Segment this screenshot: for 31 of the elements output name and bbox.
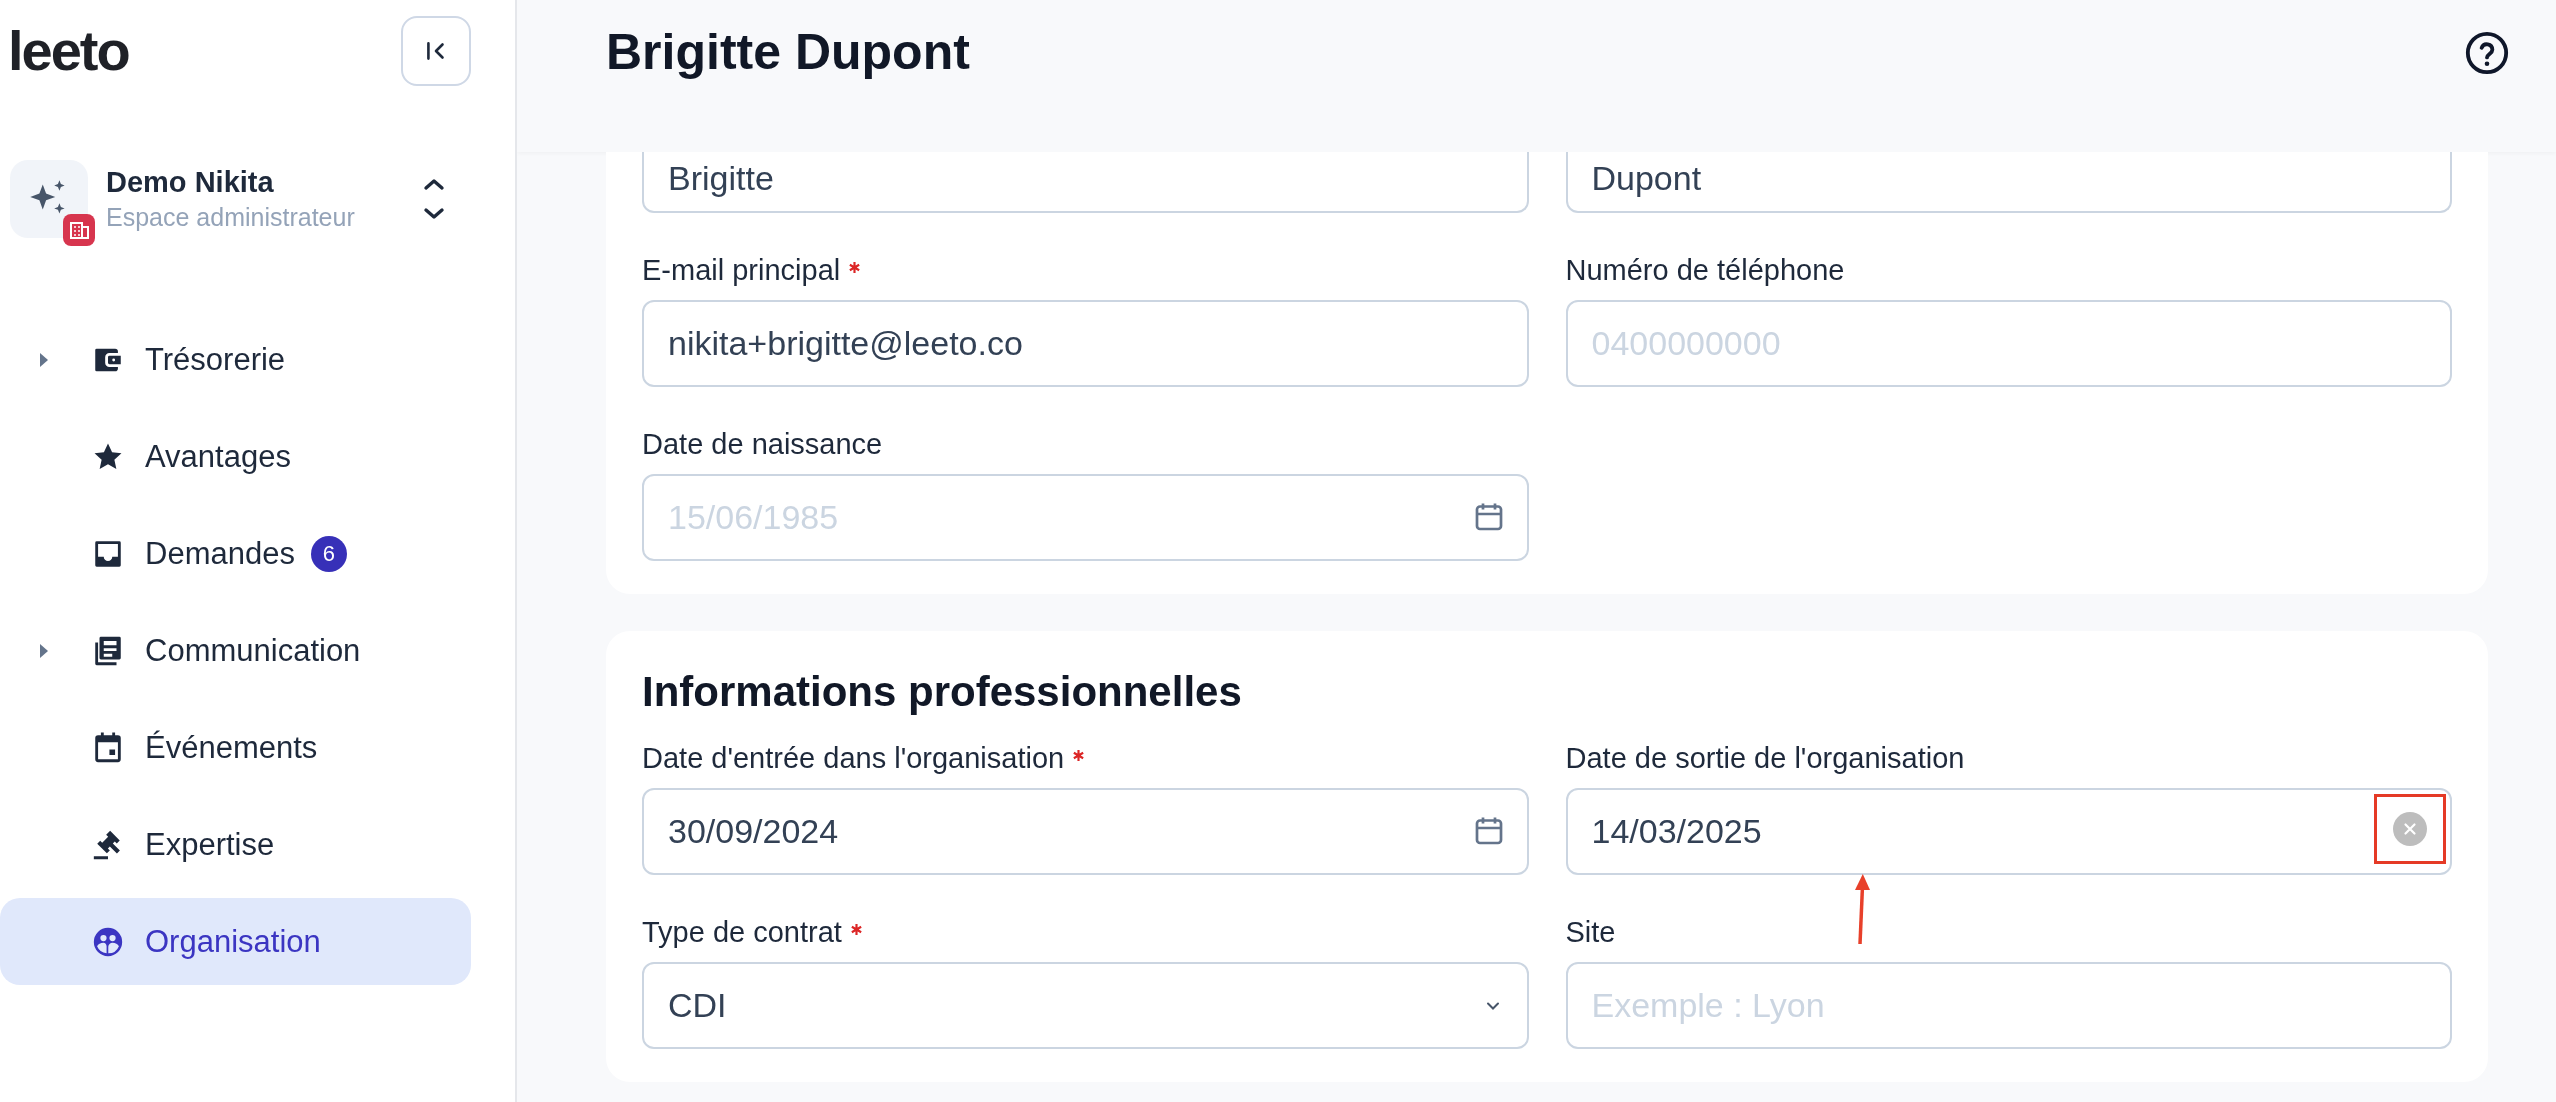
leeto-logo[interactable]: leeto <box>8 23 129 79</box>
building-badge-icon <box>63 214 95 246</box>
field-label: Site <box>1565 915 1616 949</box>
nav-item[interactable]: Communication <box>0 607 471 694</box>
section-title: Informations professionnelles <box>642 668 1243 716</box>
caret-icon[interactable] <box>38 641 50 660</box>
field-label: Date d'entrée dans l'organisation <box>642 741 1065 775</box>
text-field[interactable]: nikita+brigitte@leeto.co <box>642 300 1529 387</box>
text-field[interactable]: Brigitte <box>642 152 1529 213</box>
select-field[interactable]: CDI <box>642 962 1529 1049</box>
nav-item[interactable]: Trésorerie <box>0 316 471 403</box>
nav-item[interactable]: Avantages <box>0 413 471 500</box>
text-field[interactable]: Dupont <box>1565 152 2452 213</box>
date-field[interactable]: 30/09/2024 <box>642 788 1529 875</box>
caret-icon[interactable] <box>38 350 50 369</box>
nav-item[interactable]: Organisation <box>0 898 471 985</box>
field-label: Type de contrat <box>642 915 842 949</box>
field-label: Numéro de téléphone <box>1565 253 1845 287</box>
workspace-role: Espace administrateur <box>106 203 356 232</box>
field-label: Date de sortie de l'organisation <box>1565 741 1965 775</box>
field-label: Date de naissance <box>642 427 883 461</box>
help-icon[interactable] <box>2464 30 2510 76</box>
date-field[interactable]: 14/03/2025 <box>1565 788 2452 875</box>
workspace-name: Demo Nikita <box>106 166 275 199</box>
field-label: E-mail principal <box>642 253 841 287</box>
page-title: Brigitte Dupont <box>606 23 970 82</box>
nav-item[interactable]: Expertise <box>0 801 471 888</box>
nav-item[interactable]: Événements <box>0 704 471 791</box>
collapse-sidebar-button[interactable] <box>401 16 471 86</box>
nav-item[interactable]: Demandes 6 <box>0 510 471 597</box>
count-badge: 6 <box>310 535 347 572</box>
